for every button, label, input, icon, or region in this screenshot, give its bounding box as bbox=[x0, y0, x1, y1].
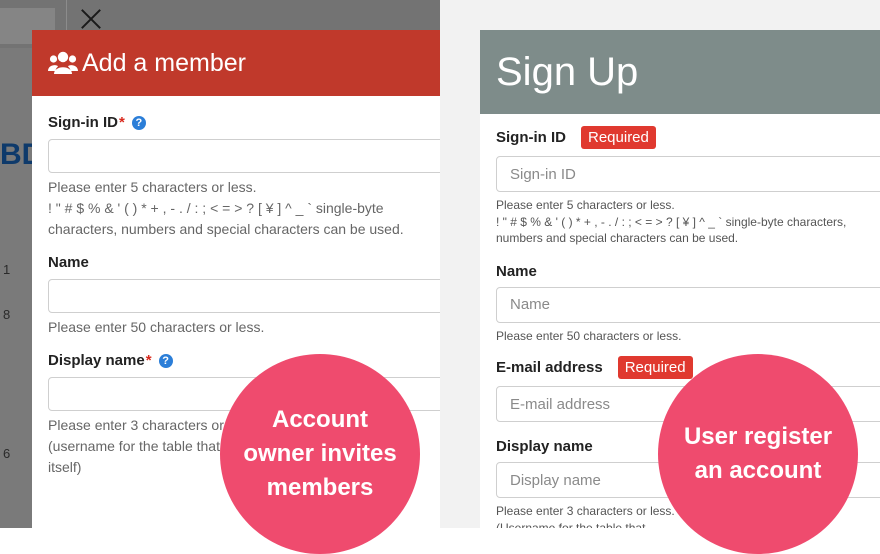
display-name-label: Display name * ? bbox=[48, 352, 436, 369]
name-label: Name bbox=[496, 263, 880, 280]
sign-in-id-input[interactable]: Sign-in ID bbox=[496, 156, 880, 192]
modal-title: Add a member bbox=[82, 48, 246, 77]
modal-header: Add a member bbox=[32, 30, 440, 96]
callout-text: User register an account bbox=[683, 423, 833, 484]
field-label-text: Name bbox=[48, 254, 89, 271]
callout-text: Account owner invites members bbox=[243, 406, 397, 501]
users-icon bbox=[48, 50, 78, 76]
card-header: Sign Up bbox=[480, 30, 880, 114]
owner-invites-callout: Account owner invites members bbox=[220, 354, 420, 554]
sign-in-id-hint: Please enter 5 characters or less. ! " #… bbox=[48, 179, 404, 237]
field-label-text: Display name bbox=[48, 352, 145, 369]
sign-in-id-label: Sign-in ID Required bbox=[496, 126, 880, 149]
background-row-number: 8 bbox=[3, 307, 11, 322]
name-hint: Please enter 50 characters or less. bbox=[48, 319, 265, 335]
close-icon[interactable] bbox=[78, 6, 104, 32]
required-badge: Required bbox=[617, 356, 693, 379]
field-label-text: Sign-in ID bbox=[496, 129, 566, 146]
required-asterisk: * bbox=[145, 352, 152, 369]
name-hint: Please enter 50 characters or less. bbox=[496, 328, 682, 343]
user-register-callout: User register an account bbox=[658, 354, 858, 554]
name-input[interactable] bbox=[48, 279, 440, 313]
name-label: Name bbox=[48, 254, 436, 271]
background-row-number: 1 bbox=[3, 262, 11, 277]
field-label-text: Sign-in ID bbox=[48, 114, 118, 131]
name-input[interactable]: Name bbox=[496, 286, 880, 323]
background-text: BD bbox=[0, 138, 44, 171]
sign-in-id-input[interactable] bbox=[48, 139, 440, 173]
email-label: E-mail address Required bbox=[496, 356, 880, 379]
help-icon[interactable]: ? bbox=[158, 353, 173, 368]
help-icon[interactable]: ? bbox=[131, 115, 146, 130]
required-asterisk: * bbox=[119, 114, 125, 131]
sign-in-id-label: Sign-in ID * ? bbox=[48, 114, 436, 131]
required-badge: Required bbox=[581, 126, 656, 149]
card-title: Sign Up bbox=[496, 49, 639, 94]
field-label-text: Display name bbox=[496, 438, 593, 455]
field-label-text: Name bbox=[496, 262, 537, 280]
sign-in-id-hint: Please enter 5 characters or less. ! " #… bbox=[496, 198, 847, 245]
background-row-number: 6 bbox=[3, 446, 11, 461]
field-label-text: E-mail address bbox=[496, 359, 603, 376]
